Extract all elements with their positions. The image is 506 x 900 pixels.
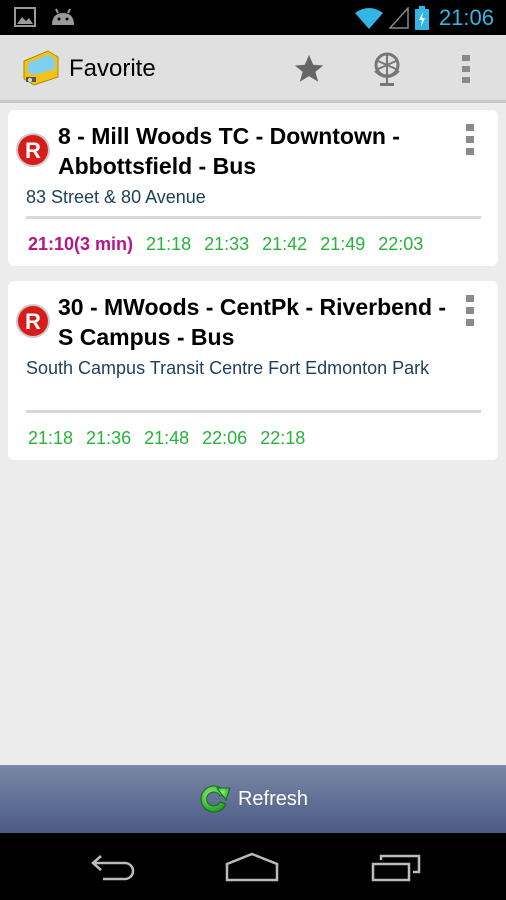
favorite-card[interactable]: R 8 - Mill Woods TC - Downtown - Abbotts… xyxy=(8,110,498,266)
wifi-icon xyxy=(354,8,383,29)
dot xyxy=(466,124,474,131)
departure-time: 22:18 xyxy=(260,428,306,448)
departure-time: 21:18 xyxy=(146,234,192,254)
departure-time: 21:48 xyxy=(144,428,190,448)
page-title: Favorite xyxy=(69,55,156,82)
card-menu-button[interactable] xyxy=(458,295,482,331)
overflow-menu-button[interactable] xyxy=(446,49,486,89)
home-icon xyxy=(225,852,279,882)
action-bar: Favorite xyxy=(0,35,506,103)
refresh-button[interactable]: Refresh xyxy=(0,765,506,833)
status-bar: 21:06 xyxy=(0,0,506,35)
next-departure-time: 21:10(3 min) xyxy=(28,234,134,254)
android-icon xyxy=(52,8,74,25)
divider xyxy=(26,216,481,219)
battery-charging-icon xyxy=(414,6,429,30)
back-icon xyxy=(91,855,135,881)
departure-time: 21:18 xyxy=(28,428,74,448)
refresh-label: Refresh xyxy=(237,787,309,810)
overflow-menu-icon xyxy=(462,55,470,83)
route-title: 8 - Mill Woods TC - Downtown - Abbottsfi… xyxy=(58,123,400,179)
departure-times: 21:10(3 min) 21:18 21:33 21:42 21:49 22:… xyxy=(28,234,423,255)
globe-icon xyxy=(374,52,400,86)
dot xyxy=(466,307,474,314)
dot xyxy=(466,295,474,302)
home-button[interactable] xyxy=(222,849,282,885)
favorite-button[interactable] xyxy=(289,49,329,89)
dot xyxy=(466,136,474,143)
departure-time: 22:03 xyxy=(378,234,424,254)
stop-name: 83 Street & 80 Avenue xyxy=(26,187,206,207)
back-button[interactable] xyxy=(82,849,142,885)
recent-apps-icon xyxy=(371,854,421,882)
navigation-bar xyxy=(0,833,506,900)
departure-time: 21:49 xyxy=(320,234,366,254)
star-icon xyxy=(294,54,324,82)
card-menu-button[interactable] xyxy=(458,124,482,160)
route-title: 30 - MWoods - CentPk - Riverbend - S Cam… xyxy=(58,294,447,350)
map-button[interactable] xyxy=(367,49,407,89)
favorite-card[interactable]: R 30 - MWoods - CentPk - Riverbend - S C… xyxy=(8,281,498,460)
dot xyxy=(466,319,474,326)
departure-times: 21:18 21:36 21:48 22:06 22:18 xyxy=(28,428,305,449)
transit-logo-icon: R xyxy=(16,133,50,167)
bus-app-icon xyxy=(23,50,59,86)
signal-icon xyxy=(388,7,409,29)
departure-time: 22:06 xyxy=(202,428,248,448)
picture-icon xyxy=(14,7,36,27)
recent-apps-button[interactable] xyxy=(366,849,426,885)
departure-time: 21:33 xyxy=(204,234,250,254)
divider xyxy=(26,410,481,413)
svg-text:R: R xyxy=(25,138,41,163)
clock: 21:06 xyxy=(438,5,494,30)
refresh-icon xyxy=(200,785,231,813)
departure-time: 21:36 xyxy=(86,428,132,448)
dot xyxy=(466,148,474,155)
transit-logo-icon: R xyxy=(16,304,50,338)
svg-text:R: R xyxy=(25,309,41,334)
stop-name: South Campus Transit Centre Fort Edmonto… xyxy=(26,358,430,378)
departure-time: 21:42 xyxy=(262,234,308,254)
